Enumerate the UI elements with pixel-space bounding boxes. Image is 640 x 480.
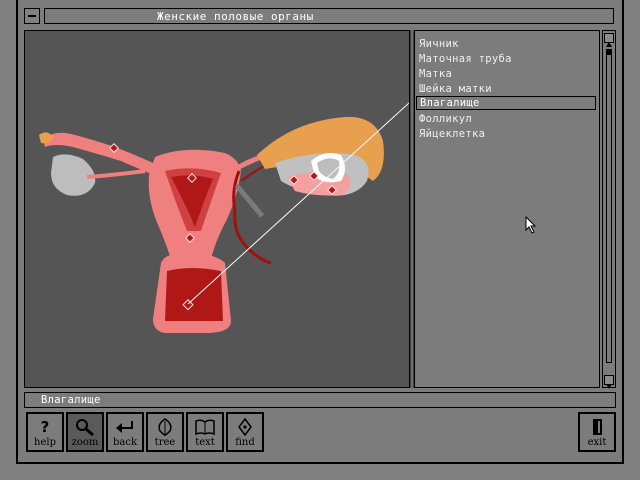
pen-nib-icon <box>228 417 262 437</box>
leaf-icon <box>148 417 182 437</box>
text-label: text <box>195 437 215 448</box>
back-label: back <box>112 437 138 448</box>
mouse-cursor <box>525 216 537 234</box>
status-bar: Влагалище <box>24 392 616 408</box>
anatomy-viewer[interactable] <box>24 30 410 388</box>
magnifier-icon <box>68 417 102 437</box>
scroll-down-button[interactable] <box>604 375 614 389</box>
find-button[interactable]: find <box>226 412 264 452</box>
zoom-button[interactable]: zoom <box>66 412 104 452</box>
list-item-fallopian-tube[interactable]: Маточная труба <box>416 52 596 66</box>
tree-button[interactable]: tree <box>146 412 184 452</box>
status-text: Влагалище <box>41 394 101 406</box>
scroll-up-button[interactable] <box>604 33 614 47</box>
list-item-ovary[interactable]: Яичник <box>416 37 596 51</box>
list-item-vagina[interactable]: Влагалище <box>416 96 596 110</box>
exit-label: exit <box>587 437 607 448</box>
text-button[interactable]: text <box>186 412 224 452</box>
list-item-uterus[interactable]: Матка <box>416 67 596 81</box>
return-arrow-icon <box>108 417 142 437</box>
system-menu-button[interactable] <box>24 8 40 24</box>
scroll-track[interactable] <box>606 53 612 363</box>
title-box: Женские половые органы <box>44 8 614 24</box>
help-button[interactable]: ? help <box>26 412 64 452</box>
question-mark-icon: ? <box>40 418 50 436</box>
open-book-icon <box>188 417 222 437</box>
zoom-label: zoom <box>71 437 99 448</box>
back-button[interactable]: back <box>106 412 144 452</box>
help-label: help <box>34 437 56 448</box>
door-icon <box>580 417 614 437</box>
structure-list: Яичник Маточная труба Матка Шейка матки … <box>414 30 600 388</box>
arrow-down-icon <box>606 384 612 389</box>
list-item-egg[interactable]: Яйцеклетка <box>416 127 596 141</box>
title-bar: Женские половые органы <box>22 6 618 26</box>
arrow-up-icon <box>606 42 612 47</box>
tree-label: tree <box>154 437 176 448</box>
list-item-follicle[interactable]: Фолликул <box>416 112 596 126</box>
find-label: find <box>235 437 255 448</box>
exit-button[interactable]: exit <box>578 412 616 452</box>
list-scrollbar[interactable] <box>602 30 616 389</box>
scroll-thumb[interactable] <box>606 49 612 55</box>
toolbar: ? help zoom back tree text find exit <box>24 412 616 452</box>
window-title: Женские половые органы <box>157 10 314 23</box>
anatomy-illustration[interactable] <box>25 31 409 387</box>
list-item-cervix[interactable]: Шейка матки <box>416 82 596 96</box>
